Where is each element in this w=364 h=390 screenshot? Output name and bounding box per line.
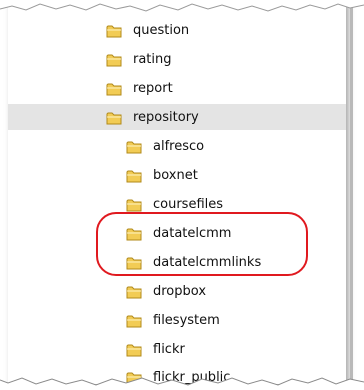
tree-item-rating[interactable]: rating (8, 46, 346, 72)
folder-icon (106, 23, 122, 38)
tree-item-repository[interactable]: repository (8, 104, 346, 130)
tree-item-filesystem[interactable]: filesystem (8, 307, 346, 333)
folder-icon (106, 81, 122, 96)
tree-item-label: question (133, 22, 190, 38)
folder-icon (126, 197, 142, 212)
highlight-oval (96, 212, 308, 276)
scrollbar[interactable] (350, 0, 353, 384)
folder-icon (126, 313, 142, 328)
tree-item-label: rating (133, 51, 172, 67)
tree-item-label: repository (133, 109, 199, 125)
tree-item-label: filesystem (153, 312, 220, 328)
tree-item-alfresco[interactable]: alfresco (8, 133, 346, 159)
tree-item-label: boxnet (153, 167, 198, 183)
folder-icon (126, 168, 142, 183)
tree-item-question[interactable]: question (8, 17, 346, 43)
torn-edge-bottom (0, 377, 364, 390)
tree-item-report[interactable]: report (8, 75, 346, 101)
tree-item-boxnet[interactable]: boxnet (8, 162, 346, 188)
folder-icon (126, 139, 142, 154)
tree-item-label: coursefiles (153, 196, 224, 212)
folder-icon (126, 342, 142, 357)
tree-item-flickr[interactable]: flickr (8, 336, 346, 362)
tree-item-dropbox[interactable]: dropbox (8, 278, 346, 304)
folder-icon (106, 110, 122, 125)
tree-item-label: report (133, 80, 173, 96)
folder-icon (126, 284, 142, 299)
tree-item-label: alfresco (153, 138, 205, 154)
tree-item-label: dropbox (153, 283, 207, 299)
folder-tree-panel: question rating report repository alfres… (8, 0, 346, 384)
folder-icon (106, 52, 122, 67)
folder-tree: question rating report repository alfres… (8, 0, 346, 384)
tree-item-label: flickr (153, 341, 185, 357)
screenshot-stage: question rating report repository alfres… (0, 0, 364, 390)
torn-edge-top (0, 0, 364, 12)
